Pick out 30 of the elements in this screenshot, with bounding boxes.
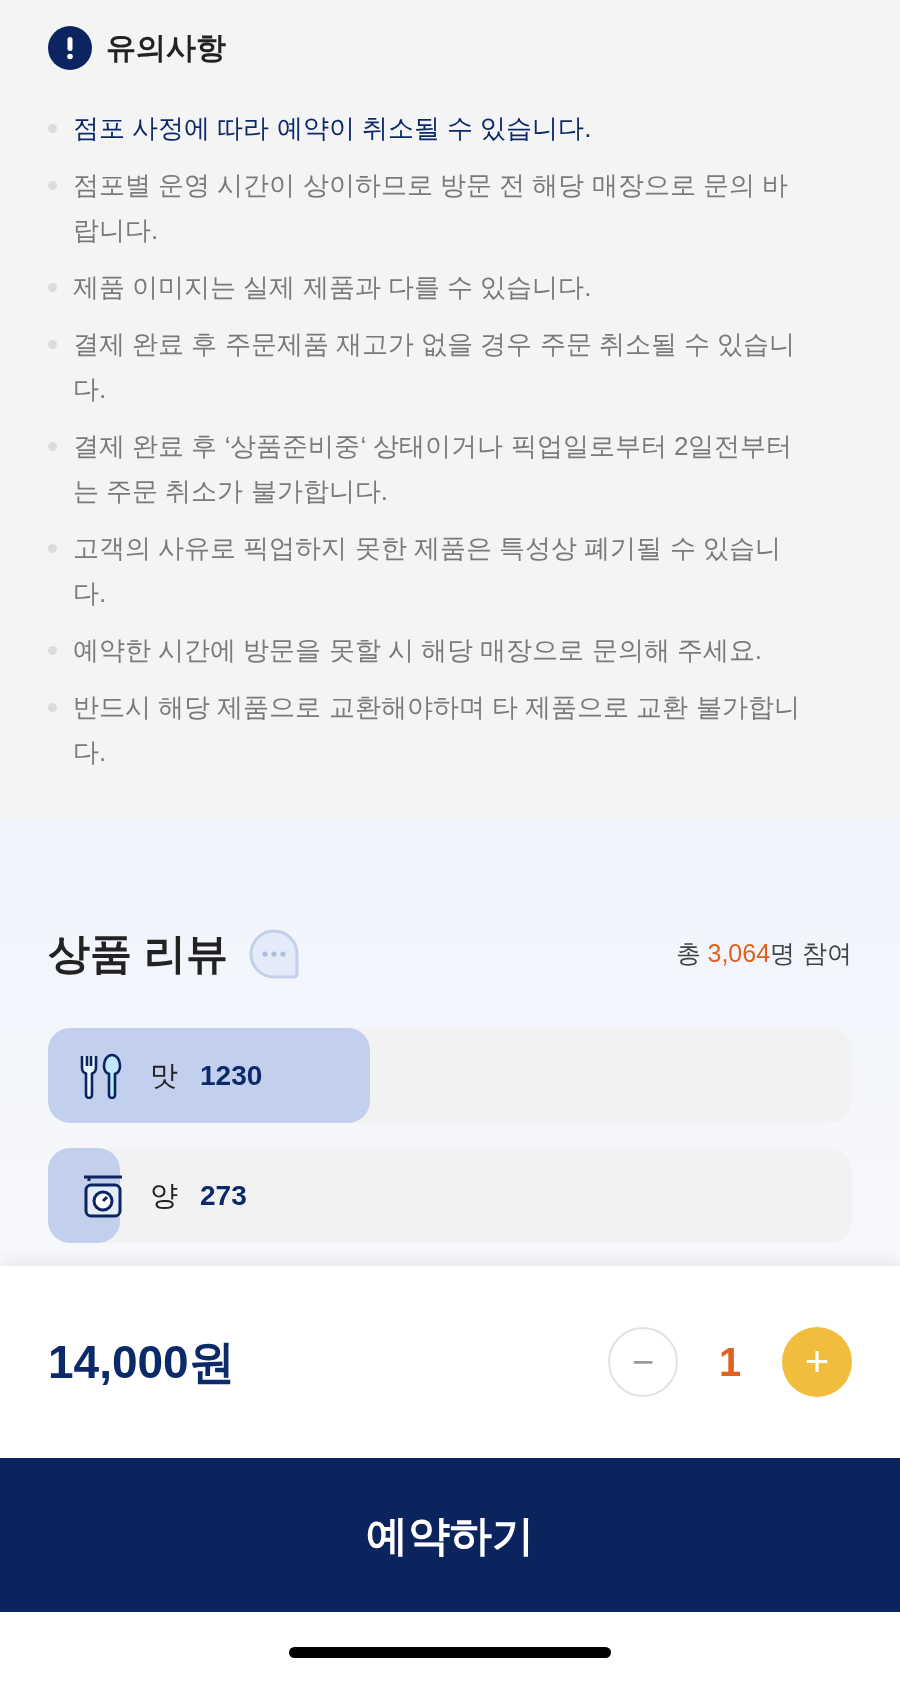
bullet-icon (48, 646, 57, 655)
increase-button[interactable]: + (782, 1327, 852, 1397)
notice-text: 예약한 시간에 방문을 못할 시 해당 매장으로 문의해 주세요. (73, 634, 763, 667)
rating-label: 맛 (150, 1058, 178, 1093)
bullet-icon (48, 442, 57, 451)
notice-text: 점포별 운영 시간이 상이하므로 방문 전 해당 매장으로 문의 바랍니다. (73, 169, 789, 247)
bullet-icon (48, 544, 57, 553)
participant-count: 총 3,064명 참여 (675, 938, 852, 970)
alert-icon (48, 26, 92, 70)
bullet-icon (48, 283, 57, 292)
notice-text: 제품 이미지는 실제 제품과 다를 수 있습니다. (73, 271, 593, 304)
notice-text: 고객의 사유로 픽업하지 못한 제품은 특성상 폐기될 수 있습니다. (73, 532, 782, 610)
quantity-text: 1 (717, 1339, 743, 1386)
section-title: 상품 리뷰 (48, 933, 228, 975)
notice-text: 점포 사정에 따라 예약이 취소될 수 있습니다. (73, 112, 593, 145)
notice-text: 반드시 해당 제품으로 교환해야하며 타 제품으로 교환 불가합니다. (73, 691, 801, 769)
bullet-icon (48, 124, 57, 133)
section-title: 유의사항 (106, 33, 226, 63)
bullet-icon (48, 703, 57, 712)
rating-label: 양 (150, 1178, 178, 1213)
price-text: 14,000원 (48, 1334, 235, 1390)
reserve-button[interactable]: 예약하기 (0, 1458, 900, 1612)
rating-count: 1230 (200, 1058, 263, 1093)
rating-count: 273 (200, 1178, 247, 1213)
bullet-icon (48, 340, 57, 349)
decrease-button[interactable]: − (608, 1327, 678, 1397)
notice-text: 결제 완료 후 ‘상품준비중‘ 상태이거나 픽업일로부터 2일전부터는 주문 취소가 불가합니다. (73, 430, 794, 508)
notice-text: 결제 완료 후 주문제품 재고가 없을 경우 주문 취소될 수 있습니다. (73, 328, 797, 406)
chat-bubble-icon (247, 928, 300, 980)
bullet-icon (48, 181, 57, 190)
